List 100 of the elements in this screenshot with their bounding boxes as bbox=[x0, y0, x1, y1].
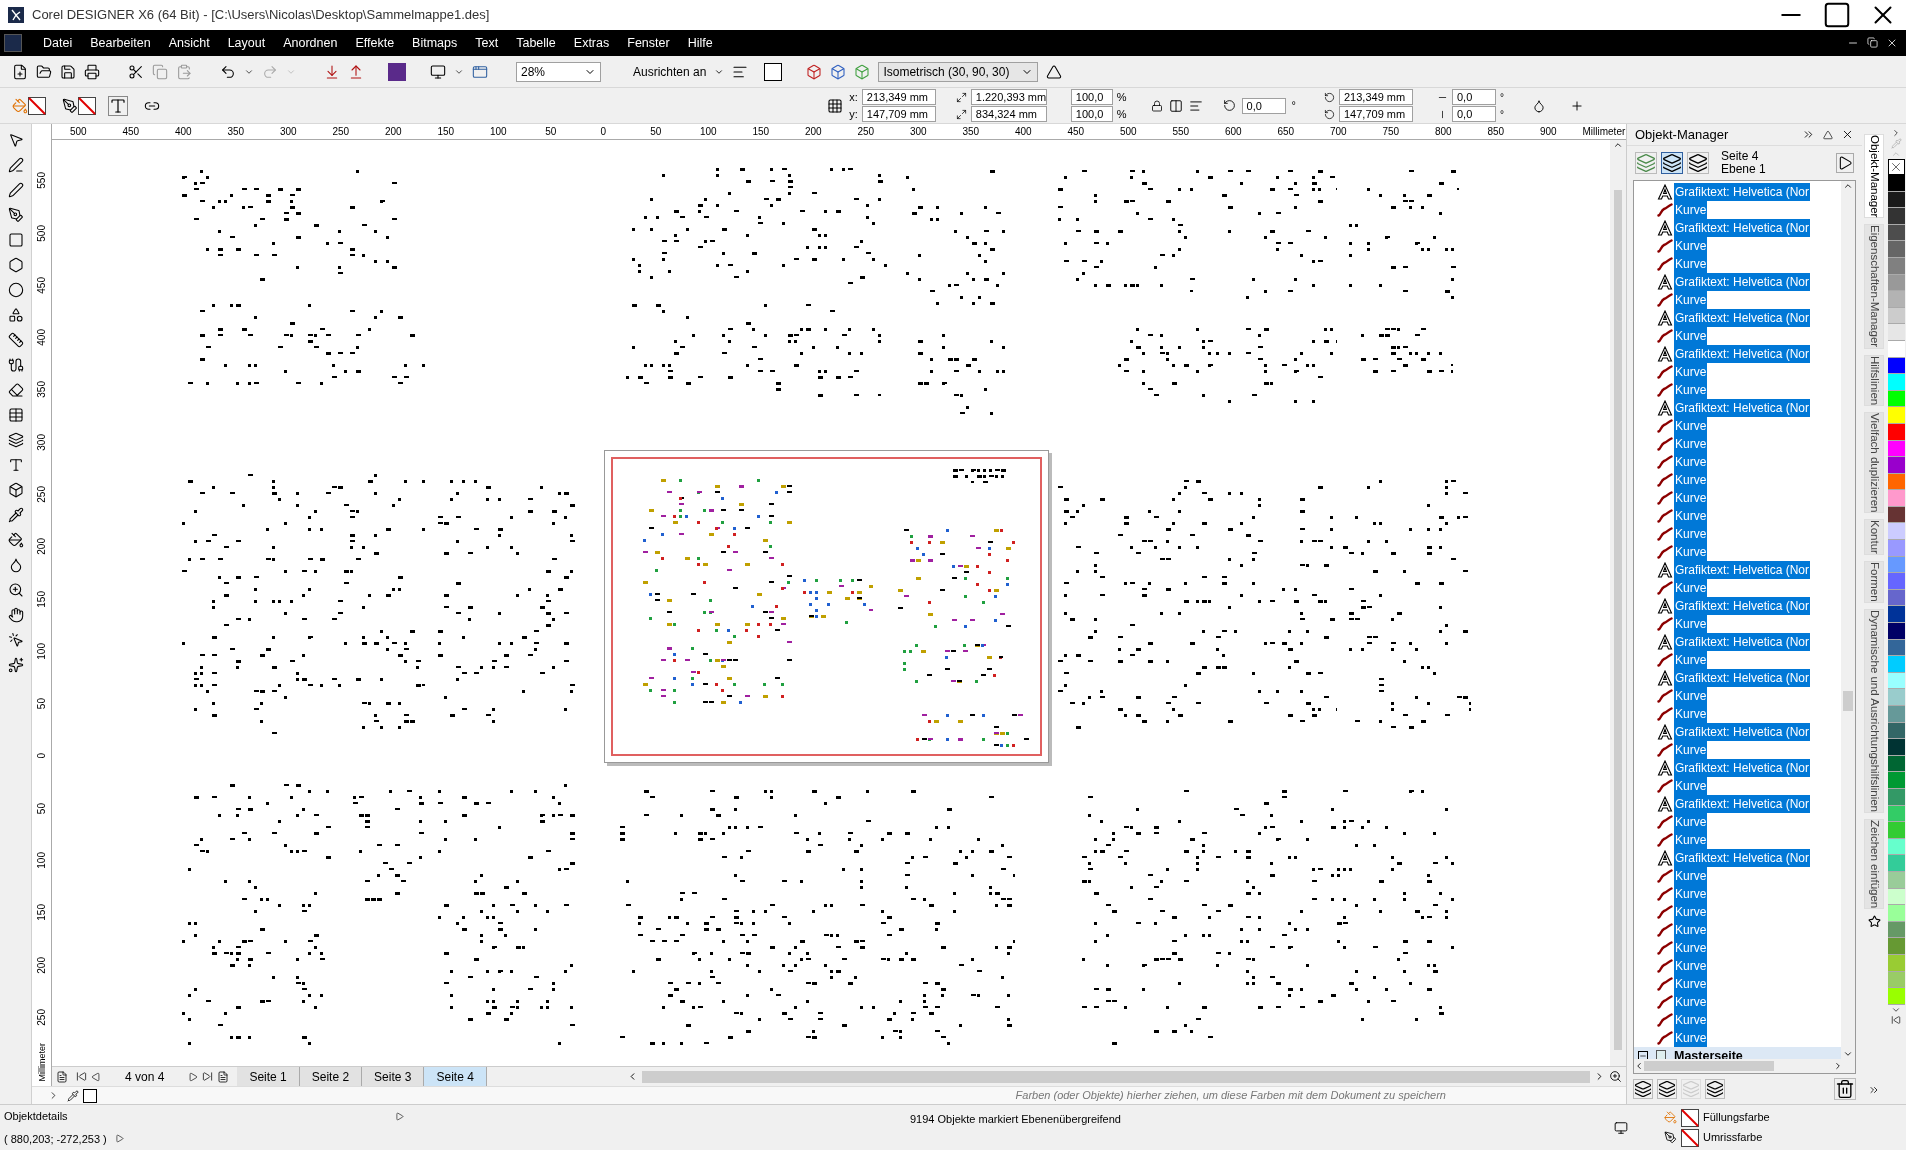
object-row[interactable]: Grafiktext: Helvetica (Nor bbox=[1674, 633, 1811, 651]
rotation-field[interactable]: 0,0 bbox=[1241, 97, 1286, 114]
ruler-label: 250 bbox=[36, 1009, 47, 1026]
object-row[interactable]: Kurve bbox=[1674, 975, 1708, 993]
ruler-label: 500 bbox=[68, 125, 88, 139]
object-row[interactable]: Grafiktext: Helvetica (Nor bbox=[1674, 795, 1811, 813]
y-position-field[interactable]: 147,709 mm bbox=[861, 106, 936, 123]
menu-item[interactable]: Layout bbox=[218, 33, 275, 53]
object-row[interactable]: Kurve bbox=[1674, 237, 1708, 255]
zoom-dropdown[interactable]: 28% bbox=[516, 61, 601, 82]
object-row[interactable]: Kurve bbox=[1674, 489, 1708, 507]
ruler-label: 550 bbox=[36, 172, 47, 189]
scale-y-field[interactable]: 100,0 bbox=[1070, 106, 1113, 123]
menu-item[interactable]: Anordnen bbox=[274, 33, 347, 53]
view-dropdown[interactable]: Isometrisch (30, 90, 30) bbox=[878, 61, 1039, 82]
object-row[interactable]: Kurve bbox=[1674, 363, 1708, 381]
object-row[interactable]: Grafiktext: Helvetica (Nor bbox=[1674, 759, 1811, 777]
page-counter: 4 von 4 bbox=[125, 1068, 165, 1086]
object-row[interactable]: Kurve bbox=[1674, 777, 1708, 795]
object-row[interactable]: Kurve bbox=[1674, 885, 1708, 903]
menu-item[interactable]: Bearbeiten bbox=[81, 33, 160, 53]
height-field[interactable]: 834,324 mm bbox=[970, 106, 1047, 122]
object-row[interactable]: Kurve bbox=[1674, 939, 1708, 957]
center-x-field[interactable]: 213,349 mm bbox=[1339, 89, 1413, 105]
object-row[interactable]: Grafiktext: Helvetica (Nor bbox=[1674, 597, 1811, 615]
page-tab[interactable]: Seite 3 bbox=[362, 1067, 425, 1086]
docker-tab[interactable]: Kontur bbox=[1864, 519, 1884, 556]
docker-tab[interactable]: Dynamische und Ausrichtungshilfslinien bbox=[1864, 608, 1884, 813]
menu-item[interactable]: Bitmaps bbox=[403, 33, 467, 53]
skew-y-field[interactable]: 0,0 bbox=[1452, 106, 1496, 122]
menu-item[interactable]: Extras bbox=[564, 33, 619, 53]
object-row[interactable]: Grafiktext: Helvetica (Nor bbox=[1674, 399, 1811, 417]
menu-item[interactable]: Ansicht bbox=[159, 33, 219, 53]
ruler-label: 100 bbox=[698, 125, 718, 139]
object-row[interactable]: Grafiktext: Helvetica (Nor bbox=[1674, 309, 1811, 327]
menu-item[interactable]: Hilfe bbox=[678, 33, 722, 53]
docker-tab[interactable]: Objekt-Manager bbox=[1864, 134, 1884, 219]
center-y-field[interactable]: 147,709 mm bbox=[1339, 106, 1413, 122]
object-row[interactable]: Kurve bbox=[1674, 471, 1708, 489]
object-row[interactable]: Kurve bbox=[1674, 1011, 1708, 1029]
object-row[interactable]: Grafiktext: Helvetica (Nor bbox=[1674, 849, 1811, 867]
skew-x-field[interactable]: 0,0 bbox=[1452, 89, 1496, 105]
ruler-label: 200 bbox=[36, 538, 47, 555]
object-row[interactable]: Kurve bbox=[1674, 255, 1708, 273]
ruler-label: 50 bbox=[544, 125, 558, 139]
object-row[interactable]: Kurve bbox=[1674, 1029, 1708, 1047]
docker-tab[interactable]: Vielfach duplizieren bbox=[1864, 411, 1884, 514]
object-row[interactable]: Grafiktext: Helvetica (Nor bbox=[1674, 219, 1811, 237]
ruler-label: 150 bbox=[436, 125, 456, 139]
object-row[interactable]: Kurve bbox=[1674, 435, 1708, 453]
ruler-label: 350 bbox=[226, 125, 246, 139]
docker-tab[interactable]: Formen bbox=[1864, 561, 1884, 603]
object-row[interactable]: Kurve bbox=[1674, 651, 1708, 669]
menu-item[interactable]: Fenster bbox=[618, 33, 679, 53]
object-row[interactable]: Grafiktext: Helvetica (Nor bbox=[1674, 345, 1811, 363]
menu-item[interactable]: Datei bbox=[34, 33, 82, 53]
docker-tab[interactable]: Zeichen einfügen bbox=[1864, 818, 1884, 910]
object-row[interactable]: Kurve bbox=[1674, 957, 1708, 975]
object-row[interactable]: Kurve bbox=[1674, 201, 1708, 219]
object-row[interactable]: Kurve bbox=[1674, 921, 1708, 939]
object-row[interactable]: Grafiktext: Helvetica (Nor bbox=[1674, 723, 1811, 741]
object-row[interactable]: Kurve bbox=[1674, 543, 1708, 561]
object-row[interactable]: Kurve bbox=[1674, 327, 1708, 345]
menu-item[interactable]: Text bbox=[466, 33, 508, 53]
page-tab[interactable]: Seite 4 bbox=[424, 1067, 487, 1086]
object-row[interactable]: Kurve bbox=[1674, 741, 1708, 759]
object-row[interactable]: Kurve bbox=[1674, 579, 1708, 597]
object-row[interactable]: Grafiktext: Helvetica (Nor bbox=[1674, 669, 1811, 687]
object-row[interactable]: Kurve bbox=[1674, 831, 1708, 849]
object-row[interactable]: Kurve bbox=[1674, 507, 1708, 525]
ruler-label: 300 bbox=[278, 125, 298, 139]
ruler-label: 250 bbox=[856, 125, 876, 139]
object-row[interactable]: Kurve bbox=[1674, 993, 1708, 1011]
object-row[interactable]: Kurve bbox=[1674, 615, 1708, 633]
object-row[interactable]: Kurve bbox=[1674, 705, 1708, 723]
page-tab[interactable]: Seite 2 bbox=[299, 1067, 363, 1086]
object-row[interactable]: Kurve bbox=[1674, 687, 1708, 705]
object-row[interactable]: Grafiktext: Helvetica (Nor bbox=[1674, 183, 1811, 201]
page-tab[interactable]: Seite 1 bbox=[237, 1067, 300, 1086]
docker-tab[interactable]: Eigenschaften-Manager bbox=[1864, 224, 1884, 349]
docker-tab[interactable]: Hilfslinien bbox=[1864, 354, 1884, 406]
object-row[interactable]: Kurve bbox=[1674, 525, 1708, 543]
ruler-label: 400 bbox=[173, 125, 193, 139]
menu-item[interactable]: Tabelle bbox=[507, 33, 565, 53]
object-row[interactable]: Kurve bbox=[1674, 453, 1708, 471]
object-row[interactable]: Kurve bbox=[1674, 903, 1708, 921]
object-row[interactable]: Kurve bbox=[1674, 417, 1708, 435]
object-row[interactable]: Kurve bbox=[1674, 291, 1708, 309]
menu-item[interactable]: Effekte bbox=[346, 33, 404, 53]
object-row[interactable]: Kurve bbox=[1674, 813, 1708, 831]
object-row[interactable]: Kurve bbox=[1674, 381, 1708, 399]
ruler-label: 350 bbox=[36, 381, 47, 399]
object-row[interactable]: Grafiktext: Helvetica (Nor bbox=[1674, 273, 1811, 291]
object-row[interactable]: Kurve bbox=[1674, 867, 1708, 885]
width-field[interactable]: 1.220,393 mm bbox=[970, 89, 1047, 105]
ruler-label: 300 bbox=[908, 125, 928, 139]
x-position-field[interactable]: 213,349 mm bbox=[861, 88, 936, 105]
object-row[interactable]: Grafiktext: Helvetica (Nor bbox=[1674, 561, 1811, 579]
scale-x-field[interactable]: 100,0 bbox=[1070, 88, 1113, 105]
snap-dropdown[interactable]: Ausrichten an bbox=[633, 62, 725, 81]
